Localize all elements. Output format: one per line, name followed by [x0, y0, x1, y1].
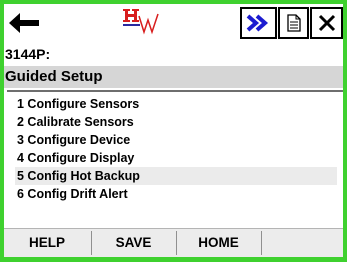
back-arrow-icon	[9, 13, 39, 33]
save-button[interactable]: SAVE	[92, 229, 175, 257]
communicator-window: 3144P: Guided Setup 1 Configure Sensors …	[0, 0, 347, 262]
menu-item-config-hot-backup[interactable]: 5 Config Hot Backup	[15, 167, 337, 185]
menu-item-configure-device[interactable]: 3 Configure Device	[15, 131, 337, 149]
document-icon	[286, 14, 301, 32]
menu-item-calibrate-sensors[interactable]: 2 Calibrate Sensors	[15, 113, 337, 131]
document-button[interactable]	[278, 7, 309, 39]
menu-list: 1 Configure Sensors 2 Calibrate Sensors …	[7, 90, 343, 228]
help-button[interactable]: HELP	[4, 229, 90, 257]
menu-item-configure-display[interactable]: 4 Configure Display	[15, 149, 337, 167]
menu-item-configure-sensors[interactable]: 1 Configure Sensors	[15, 95, 337, 113]
device-tag: 3144P:	[5, 46, 51, 62]
hart-logo	[122, 6, 166, 42]
page-title: Guided Setup	[4, 66, 343, 88]
menu-item-config-drift-alert[interactable]: 6 Config Drift Alert	[15, 185, 337, 203]
home-button[interactable]: HOME	[177, 229, 260, 257]
next-button[interactable]	[240, 7, 277, 39]
footer-bar: HELP SAVE HOME	[4, 228, 343, 257]
close-icon	[318, 14, 335, 32]
close-button[interactable]	[310, 7, 343, 39]
toolbar	[4, 4, 343, 43]
footer-divider	[261, 231, 262, 255]
fast-forward-icon	[246, 14, 268, 32]
back-button[interactable]	[4, 4, 46, 42]
